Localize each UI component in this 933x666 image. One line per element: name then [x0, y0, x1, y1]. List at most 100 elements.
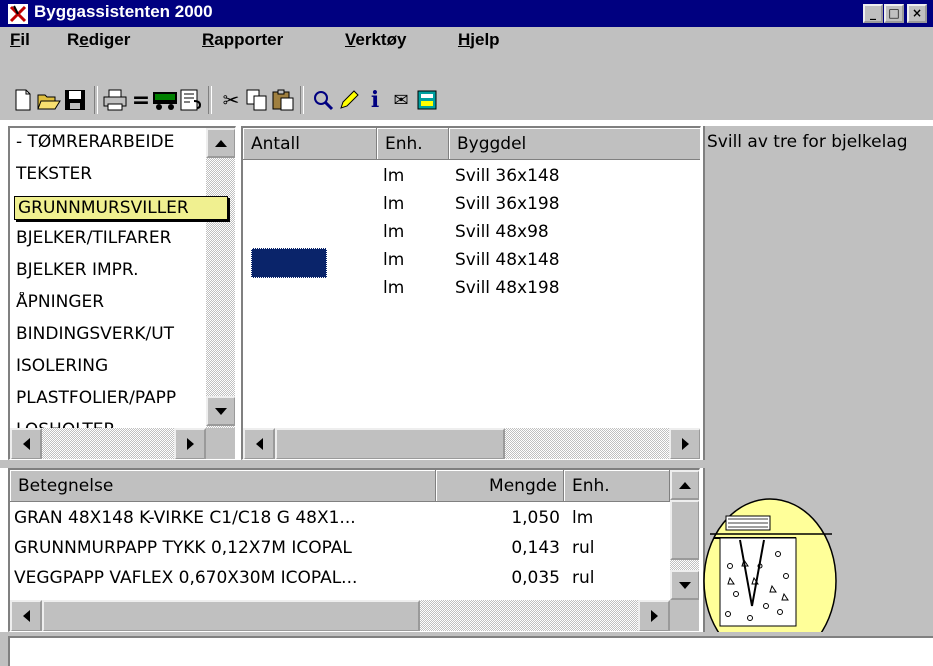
toolbar-separator [208, 86, 212, 114]
paste-button[interactable] [270, 87, 296, 113]
menu-accel: H [458, 30, 471, 49]
parts-cell-byggdel: Svill 36x148 [455, 166, 560, 186]
parts-scroll-right[interactable] [669, 428, 700, 459]
category-item[interactable]: ISOLERING [16, 356, 202, 376]
menu-hjelp[interactable]: Hjelp [458, 30, 500, 50]
materials-scroll-thumb[interactable] [670, 500, 699, 560]
menu-verktoy[interactable]: Verktøy [345, 30, 406, 50]
menu-label: diger [88, 30, 131, 49]
scroll-right-icon [186, 438, 194, 450]
parts-grid[interactable]: Antall Enh. Byggdel lm Svill 36x148 lm Svil… [241, 126, 701, 460]
materials-scroll-left[interactable] [10, 600, 42, 631]
materials-header-mengde[interactable]: Mengde [436, 470, 564, 502]
antall-edit-cell[interactable] [251, 248, 327, 278]
category-item[interactable]: BJELKER IMPR. [16, 260, 202, 280]
category-item[interactable]: BJELKER/TILFARER [16, 228, 202, 248]
scroll-up-icon [215, 139, 227, 147]
close-button[interactable]: × [907, 4, 927, 23]
category-scroll-right[interactable] [174, 428, 206, 459]
category-item[interactable]: TEKSTER [16, 164, 202, 184]
materials-row[interactable]: GRUNNMURPAPP TYKK 0,12X7M ICOPAL 0,143 rul [10, 536, 670, 564]
parts-cell-enh: lm [383, 166, 405, 186]
category-item[interactable]: ÅPNINGER [16, 292, 202, 312]
equals-button[interactable]: = [128, 87, 154, 113]
toolbar-separator [300, 86, 304, 114]
materials-cell-enh: rul [572, 538, 595, 558]
menu-rediger[interactable]: Rediger [67, 30, 130, 50]
scroll-left-icon [255, 438, 263, 450]
report-icon [180, 89, 202, 111]
equals-icon: = [131, 87, 151, 113]
calculate-button[interactable] [152, 87, 178, 113]
parts-header-antall[interactable]: Antall [243, 128, 377, 160]
category-scroll-up[interactable] [206, 128, 235, 158]
category-item[interactable]: GRUNNMURSVILLER [14, 196, 228, 220]
edit-button[interactable] [336, 87, 362, 113]
window-title: Byggassistenten 2000 [34, 2, 213, 21]
category-scroll-left[interactable] [10, 428, 42, 459]
scroll-down-icon [679, 581, 691, 589]
materials-hscroll-thumb[interactable] [42, 600, 420, 631]
materials-row[interactable]: GRAN 48X148 K-VIRKE C1/C18 G 48X1... 1,05… [10, 506, 670, 534]
save-icon [65, 90, 85, 110]
scroll-corner [670, 600, 699, 631]
new-icon [15, 89, 31, 111]
open-button[interactable] [36, 87, 62, 113]
category-item[interactable]: BINDINGSVERK/UT [16, 324, 202, 344]
category-item[interactable]: PLASTFOLIER/PAPP [16, 388, 202, 408]
maximize-icon: □ [888, 6, 900, 20]
materials-cell-mengde: 0,143 [511, 538, 560, 558]
info-button[interactable]: i [362, 87, 388, 113]
minimize-button[interactable]: _ [863, 4, 883, 23]
find-icon [314, 91, 334, 111]
materials-header-betegnelse[interactable]: Betegnelse [10, 470, 436, 502]
title-bar[interactable]: Byggassistenten 2000 _ □ × [0, 0, 933, 27]
calculator-icon [417, 90, 437, 110]
find-button[interactable] [310, 87, 336, 113]
menu-accel: R [202, 30, 215, 49]
materials-cell-betegnelse: VEGGPAPP VAFLEX 0,670X30M ICOPAL... [14, 568, 358, 588]
materials-row[interactable]: VEGGPAPP VAFLEX 0,670X30M ICOPAL... 0,035… [10, 566, 670, 594]
category-item[interactable]: - TØMRERARBEIDE [16, 132, 202, 152]
toolbar-separator [94, 86, 98, 114]
category-scroll-down[interactable] [206, 396, 235, 426]
category-list[interactable]: - TØMRERARBEIDE TEKSTER GRUNNMURSVILLER BJE… [8, 126, 236, 460]
materials-cell-mengde: 0,035 [511, 568, 560, 588]
parts-cell-enh: lm [383, 222, 405, 242]
scroll-right-icon [650, 610, 658, 622]
parts-cell-enh: lm [383, 194, 405, 214]
materials-cell-betegnelse: GRAN 48X148 K-VIRKE C1/C18 G 48X1... [14, 508, 356, 528]
mail-icon: ✉ [393, 89, 409, 111]
parts-header-enh[interactable]: Enh. [377, 128, 449, 160]
parts-scroll-thumb[interactable] [275, 428, 505, 459]
print-button[interactable] [102, 87, 128, 113]
app-icon [8, 4, 28, 24]
parts-cell-byggdel: Svill 48x98 [455, 222, 549, 242]
menu-rapporter[interactable]: Rapporter [202, 30, 283, 50]
minimize-icon: _ [870, 6, 876, 20]
save-button[interactable] [62, 87, 88, 113]
report-button[interactable] [178, 87, 204, 113]
new-button[interactable] [10, 87, 36, 113]
description-panel: Svill av tre for bjelkelag [703, 126, 933, 460]
materials-header-enh[interactable]: Enh. [564, 470, 670, 502]
calculator-button[interactable] [414, 87, 440, 113]
materials-cell-betegnelse: GRUNNMURPAPP TYKK 0,12X7M ICOPAL [14, 538, 352, 558]
maximize-button[interactable]: □ [884, 4, 904, 23]
parts-header-byggdel[interactable]: Byggdel [449, 128, 700, 160]
copy-button[interactable] [244, 87, 270, 113]
materials-cell-enh: lm [572, 508, 594, 528]
scroll-left-icon [22, 610, 30, 622]
materials-scroll-right[interactable] [638, 600, 670, 631]
mail-button[interactable]: ✉ [388, 87, 414, 113]
cut-button[interactable]: ✂ [218, 87, 244, 113]
status-bar [0, 632, 933, 666]
materials-scroll-up[interactable] [670, 470, 699, 500]
materials-grid[interactable]: Betegnelse Mengde Enh. GRAN 48X148 K-VIR… [8, 468, 700, 632]
parts-scroll-left[interactable] [243, 428, 275, 459]
paste-icon [272, 89, 294, 111]
scroll-right-icon [681, 438, 689, 450]
menu-fil[interactable]: Fil [10, 30, 30, 50]
category-vscroll-track[interactable] [206, 128, 235, 428]
materials-scroll-down[interactable] [670, 570, 699, 600]
